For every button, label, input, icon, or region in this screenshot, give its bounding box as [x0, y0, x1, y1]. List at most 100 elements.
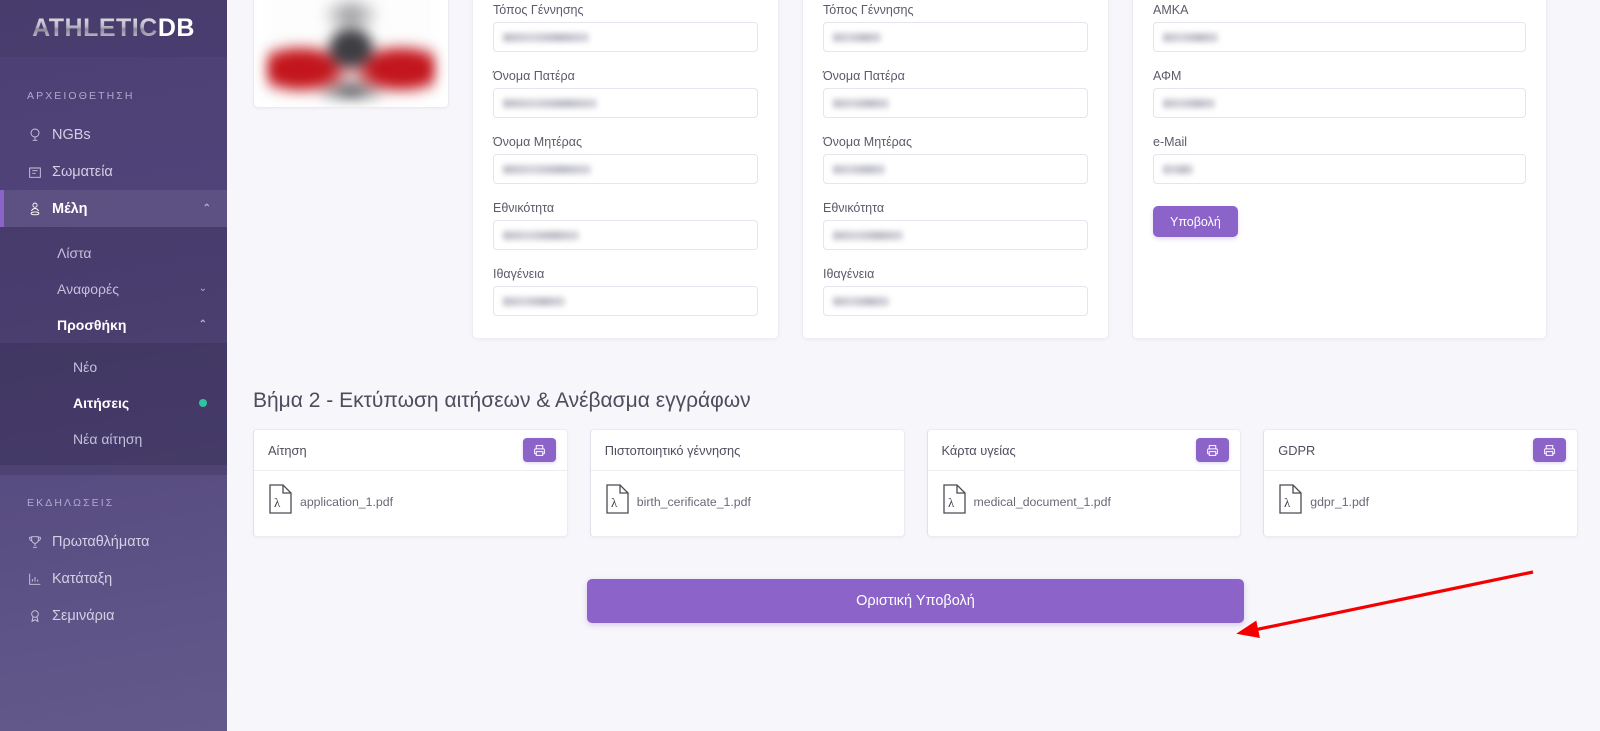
field-father-name-a: Όνομα Πατέρα	[493, 69, 758, 118]
redacted-value	[1163, 164, 1193, 174]
redacted-value	[503, 98, 597, 108]
sidebar-item-label: Σεμινάρια	[52, 607, 115, 624]
sidebar-section-label-archive: ΑΡΧΕΙΟΘΕΤΗΣΗ	[27, 90, 135, 102]
sidebar-subitem-aitiseis[interactable]: Αιτήσεις	[0, 385, 227, 421]
svg-text:λ: λ	[611, 495, 618, 510]
field-email: e-Mail	[1153, 135, 1526, 184]
sidebar-subitem-nea-aitisi[interactable]: Νέα αίτηση	[0, 421, 227, 457]
mother-name-input-b[interactable]	[823, 154, 1088, 184]
sidebar-subitem-lista[interactable]: Λίστα	[0, 235, 227, 271]
sidebar-item-katataxi[interactable]: Κατάταξη	[0, 560, 227, 597]
field-birthplace-a: Τόπος Γέννησης	[493, 3, 758, 52]
documents-grid: Αίτηση λ application_1.pdf Πιστοποιητικό…	[253, 429, 1578, 537]
document-title: GDPR	[1278, 442, 1316, 458]
ethnicity-input-b[interactable]	[823, 220, 1088, 250]
print-button[interactable]	[1196, 438, 1230, 462]
birthplace-input-b[interactable]	[823, 22, 1088, 52]
citizenship-input-b[interactable]	[823, 286, 1088, 316]
amka-input[interactable]	[1153, 22, 1526, 52]
sidebar: ATHLETICDB ΑΡΧΕΙΟΘΕΤΗΣΗ NGBs Σωματεία Μέ…	[0, 0, 227, 731]
globe-icon	[27, 127, 52, 143]
redacted-value	[833, 98, 889, 108]
redacted-value	[503, 296, 565, 306]
document-card-birth-certificate: Πιστοποιητικό γέννησης λ birth_cerificat…	[589, 429, 905, 537]
sidebar-submenu-meli: Λίστα Αναφορές ⌄ Προσθήκη ⌃ Νέο Αιτήσεις	[0, 227, 227, 475]
document-file-name: application_1.pdf	[300, 494, 393, 509]
svg-text:λ: λ	[274, 495, 281, 510]
redacted-value	[833, 164, 885, 174]
document-card-medical: Κάρτα υγείας λ medical_document_1.pdf	[926, 429, 1242, 537]
redacted-value	[1163, 98, 1215, 108]
document-card-body[interactable]: λ birth_cerificate_1.pdf	[591, 471, 904, 536]
birthplace-input-a[interactable]	[493, 22, 758, 52]
chevron-up-icon: ⌃	[198, 319, 207, 330]
sidebar-subsubmenu-prosthiki: Νέο Αιτήσεις Νέα αίτηση	[0, 343, 227, 465]
main-content: Τόπος Γέννησης Όνομα Πατέρα Όνομα Μητέρα…	[227, 0, 1600, 731]
sidebar-item-protathlimata[interactable]: Πρωταθλήματα	[0, 523, 227, 560]
final-submit-button[interactable]: Οριστική Υποβολή	[587, 579, 1244, 623]
print-button[interactable]	[522, 438, 556, 462]
submit-button[interactable]: Υποβολή	[1153, 206, 1238, 237]
step1-row: Τόπος Γέννησης Όνομα Πατέρα Όνομα Μητέρα…	[227, 0, 1600, 339]
document-card-body[interactable]: λ medical_document_1.pdf	[928, 471, 1241, 536]
member-photo-blurred	[267, 0, 435, 99]
chevron-down-icon: ⌄	[198, 283, 207, 294]
print-button[interactable]	[1533, 438, 1566, 462]
ethnicity-input-a[interactable]	[493, 220, 758, 250]
sidebar-item-label: Σωματεία	[52, 163, 113, 180]
document-card-header: Κάρτα υγείας	[927, 430, 1241, 471]
document-file-name: medical_document_1.pdf	[973, 494, 1111, 509]
field-citizenship-a: Ιθαγένεια	[493, 267, 758, 316]
sidebar-section-label-events: ΕΚΔΗΛΩΣΕΙΣ	[27, 497, 115, 509]
form-column-personal-a: Τόπος Γέννησης Όνομα Πατέρα Όνομα Μητέρα…	[472, 0, 779, 339]
sidebar-subitem-anafores[interactable]: Αναφορές ⌄	[0, 271, 227, 307]
building-icon	[27, 164, 52, 180]
document-card-body[interactable]: λ gdpr_1.pdf	[1264, 471, 1577, 536]
sidebar-item-label: NGBs	[52, 126, 91, 143]
pdf-file-icon: λ	[1278, 484, 1306, 519]
sidebar-subitem-label: Νέο	[73, 359, 98, 375]
afm-input[interactable]	[1153, 88, 1526, 118]
redacted-value	[503, 230, 579, 240]
document-title: Αίτηση	[268, 442, 307, 458]
sidebar-subitem-neo[interactable]: Νέο	[0, 349, 227, 385]
citizenship-input-a[interactable]	[493, 286, 758, 316]
email-input[interactable]	[1153, 154, 1526, 184]
sidebar-item-meli[interactable]: Μέλη ⌃	[0, 190, 227, 227]
document-card-body[interactable]: λ application_1.pdf	[254, 471, 567, 536]
bar-chart-icon	[27, 571, 52, 587]
final-submit-row: Οριστική Υποβολή	[253, 579, 1578, 623]
father-name-input-b[interactable]	[823, 88, 1088, 118]
father-name-input-a[interactable]	[493, 88, 758, 118]
pdf-file-icon: λ	[942, 484, 970, 519]
mother-name-input-a[interactable]	[493, 154, 758, 184]
sidebar-subitem-prosthiki[interactable]: Προσθήκη ⌃	[0, 307, 227, 343]
field-label: Όνομα Μητέρας	[823, 135, 913, 149]
field-label: Εθνικότητα	[823, 201, 885, 215]
sidebar-item-ngbs[interactable]: NGBs	[0, 116, 227, 153]
redacted-value	[503, 164, 591, 174]
printer-icon	[1544, 444, 1555, 456]
chevron-up-icon: ⌃	[202, 202, 211, 214]
document-card-application: Αίτηση λ application_1.pdf	[253, 429, 568, 537]
member-photo-card	[253, 0, 449, 108]
field-label: Εθνικότητα	[493, 201, 555, 215]
brand-logo[interactable]: ATHLETICDB	[0, 0, 227, 57]
printer-icon	[533, 444, 545, 456]
field-label: Τόπος Γέννησης	[493, 3, 584, 17]
field-mother-name-b: Όνομα Μητέρας	[823, 135, 1088, 184]
field-amka: ΑΜΚΑ	[1153, 3, 1526, 52]
document-card-header: GDPR	[1264, 430, 1577, 471]
sidebar-item-label: Κατάταξη	[52, 570, 113, 587]
trophy-icon	[27, 534, 52, 550]
document-title: Πιστοποιητικό γέννησης	[604, 442, 741, 458]
form-column-personal-b: Τόπος Γέννησης Όνομα Πατέρα Όνομα Μητέρα…	[802, 0, 1109, 339]
sidebar-item-somateia[interactable]: Σωματεία	[0, 153, 227, 190]
field-label: ΑΜΚΑ	[1153, 3, 1189, 17]
member-pin-icon	[27, 200, 52, 217]
sidebar-subitem-label: Αιτήσεις	[73, 395, 130, 411]
field-label: Ιθαγένεια	[823, 267, 875, 281]
sidebar-item-seminaria[interactable]: Σεμινάρια	[0, 597, 227, 634]
brand-logo-secondary: DB	[157, 14, 195, 42]
field-label: Τόπος Γέννησης	[823, 3, 914, 17]
